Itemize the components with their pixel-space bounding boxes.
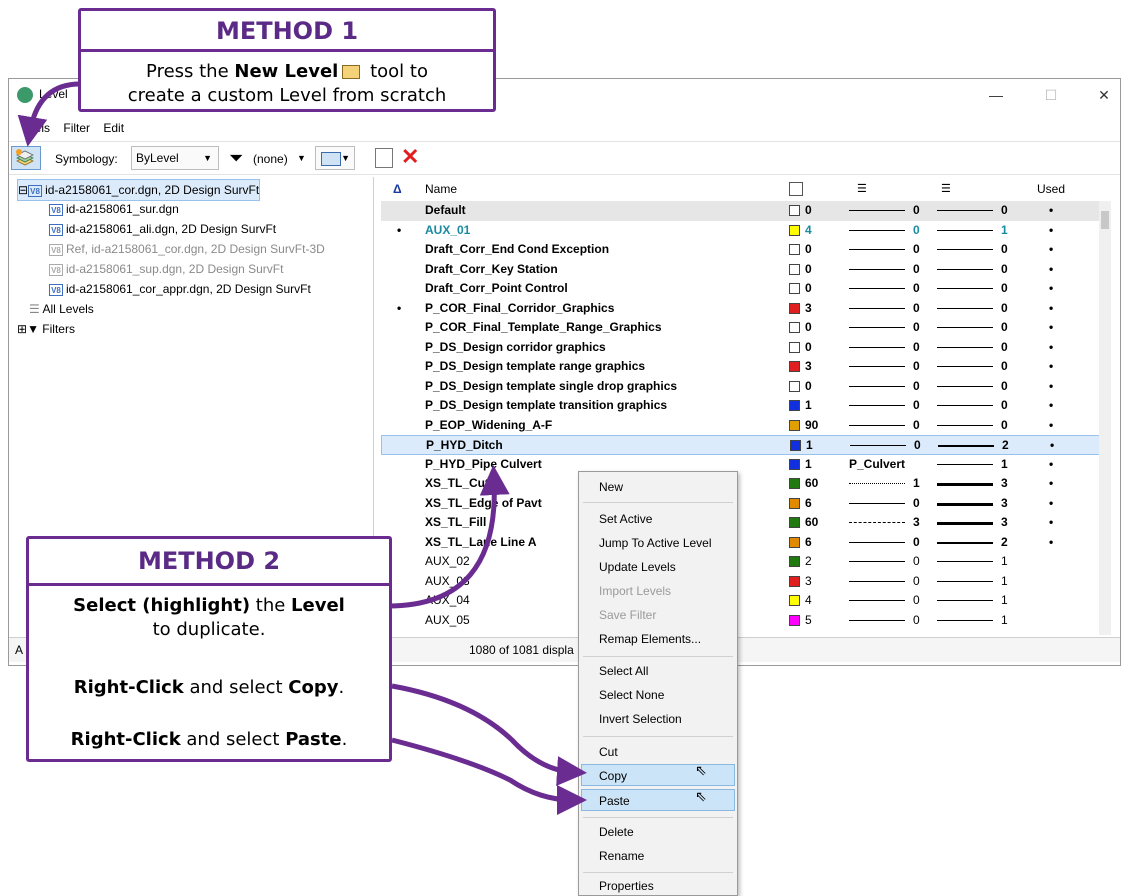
arrow-to-new-level	[17, 81, 81, 147]
method2-step3: Right-Click and select Paste.	[70, 729, 348, 750]
method1-line2: create a custom Level from scratch	[127, 85, 447, 106]
arrow-to-p-hyd-ditch	[387, 465, 510, 609]
method1-callout: METHOD 1 Press the New Level tool to cre…	[78, 8, 496, 112]
method2-callout: METHOD 2 Select (highlight) the Level to…	[26, 536, 392, 762]
arrow-to-copy	[391, 683, 587, 787]
arrow-to-paste	[391, 737, 587, 815]
new-level-icon	[342, 65, 361, 79]
method2-step1: Select (highlight) the Level	[73, 595, 345, 616]
method2-step1-line2: to duplicate.	[152, 619, 266, 640]
method1-divider	[81, 49, 493, 52]
method2-heading: METHOD 2	[137, 547, 281, 575]
method2-divider	[29, 583, 389, 586]
method1-line1: Press the New Level tool to	[146, 61, 428, 82]
method2-step2: Right-Click and select Copy.	[73, 677, 345, 698]
method1-heading: METHOD 1	[215, 17, 359, 45]
